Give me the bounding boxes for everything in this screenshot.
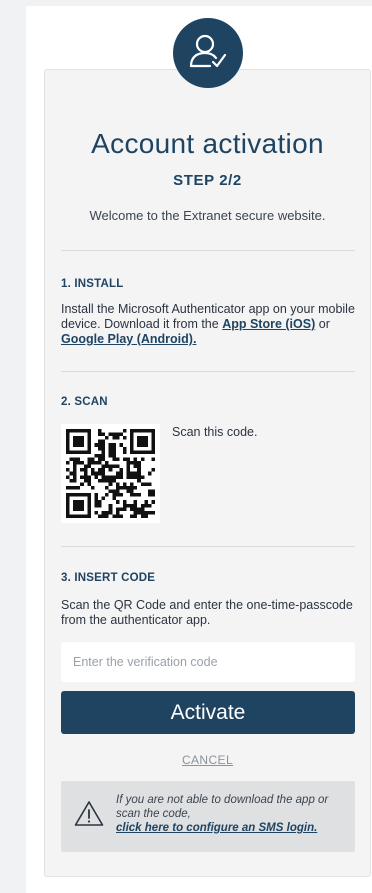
notice-text: If you are not able to download the app … [116, 793, 348, 835]
qr-code [61, 424, 160, 523]
scan-instructions: Scan this code. [172, 425, 258, 439]
verification-code-input[interactable] [61, 642, 355, 682]
user-check-icon [189, 34, 227, 68]
scan-section-title: 2. SCAN [61, 396, 108, 408]
notice-message: If you are not able to download the app … [116, 794, 329, 820]
divider [61, 250, 355, 251]
or-text: or [315, 317, 330, 331]
google-play-link[interactable]: Google Play (Android). [61, 332, 196, 346]
qr-code-image [66, 429, 155, 518]
divider [61, 546, 355, 547]
insert-code-instructions: Scan the QR Code and enter the one-time-… [61, 598, 353, 627]
warning-icon [74, 801, 104, 826]
app-store-link[interactable]: App Store (iOS) [222, 317, 315, 331]
cancel-link[interactable]: CANCEL [44, 753, 371, 767]
user-check-avatar [173, 18, 243, 88]
insert-code-section-title: 3. INSERT CODE [61, 572, 156, 584]
welcome-text: Welcome to the Extranet secure website. [89, 208, 326, 223]
sms-login-link[interactable]: click here to configure an SMS login. [116, 822, 317, 834]
divider [61, 371, 355, 372]
sms-notice: If you are not able to download the app … [61, 781, 355, 852]
step-indicator: STEP 2/2 [173, 172, 242, 189]
activate-button[interactable]: Activate [61, 691, 355, 734]
page-title: Account activation [91, 128, 324, 159]
install-instructions: Install the Microsoft Authenticator app … [61, 302, 357, 347]
install-section-title: 1. INSTALL [61, 278, 124, 290]
